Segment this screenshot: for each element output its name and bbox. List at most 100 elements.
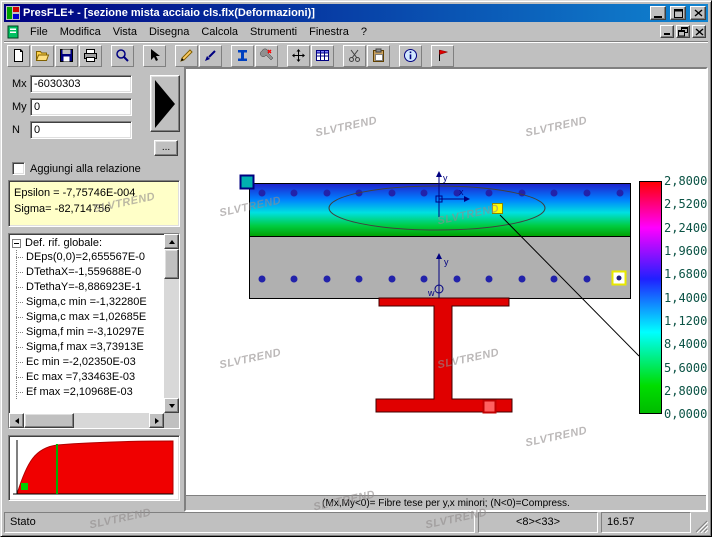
menu-disegna[interactable]: Disegna: [143, 23, 195, 41]
pen-icon: [203, 48, 218, 63]
mx-field[interactable]: [30, 75, 132, 93]
menu-finestra[interactable]: Finestra: [303, 23, 355, 41]
mdi-minimize-button[interactable]: [660, 25, 674, 38]
my-field[interactable]: [30, 98, 132, 116]
legend-labels: 2,8000 2,5200 2,2400 1,9600 1,6800 1,400…: [664, 174, 707, 421]
horizontal-scroll-thumb[interactable]: [24, 413, 74, 428]
menu-vista[interactable]: Vista: [107, 23, 143, 41]
svg-text:5,6000: 5,6000: [664, 361, 707, 375]
close-icon: [695, 28, 704, 36]
document-icon[interactable]: [6, 25, 20, 39]
tb-pin-button[interactable]: [431, 45, 454, 67]
add-to-report-checkbox[interactable]: [12, 162, 25, 175]
tree-item[interactable]: DTethaX=-1,559688E-0: [9, 265, 164, 280]
window-title: PresFLE+ - [sezione mista acciaio cls.fl…: [23, 7, 647, 19]
svg-text:1,6800: 1,6800: [664, 267, 707, 281]
result-infobox: Epsilon = -7,75746E-004 Sigma= -82,71475…: [8, 180, 180, 227]
svg-text:1,1200: 1,1200: [664, 314, 707, 328]
menu-calcola[interactable]: Calcola: [195, 23, 244, 41]
collapse-icon[interactable]: [12, 239, 21, 248]
tree-item[interactable]: Ec max =7,33463E-03: [9, 370, 164, 385]
scrollbar-corner: [164, 413, 179, 428]
fiber-handle: [493, 204, 503, 214]
svg-text:1,4000: 1,4000: [664, 291, 707, 305]
tb-new-button[interactable]: [7, 45, 30, 67]
minimize-button[interactable]: [650, 6, 666, 20]
scroll-right-button[interactable]: [149, 413, 164, 428]
tree-item[interactable]: Ef max =2,10968E-03: [9, 385, 164, 400]
resize-grip[interactable]: [694, 512, 708, 533]
svg-text:1,9600: 1,9600: [664, 244, 707, 258]
compute-arrow-button[interactable]: [150, 75, 180, 132]
maximize-icon: [674, 9, 683, 18]
status-value: 16.57: [601, 512, 691, 533]
svg-text:2,5200: 2,5200: [664, 197, 707, 211]
tb-table-button[interactable]: [311, 45, 334, 67]
tree-item[interactable]: DEps(0,0)=2,655567E-0: [9, 250, 164, 265]
black-arrow-icon: [152, 78, 178, 130]
mdi-close-button[interactable]: [692, 25, 706, 38]
restore-icon: [678, 27, 688, 37]
steel-ibeam[interactable]: [376, 298, 512, 412]
scroll-left-button[interactable]: [9, 413, 24, 428]
tree-horizontal-scrollbar[interactable]: [9, 413, 164, 428]
stress-strain-chart: [8, 435, 180, 501]
maximize-button[interactable]: [670, 6, 686, 20]
tb-print-button[interactable]: [79, 45, 102, 67]
drawing-canvas[interactable]: y x y w: [184, 67, 708, 512]
axis-label-w: w: [427, 288, 435, 298]
legend-gradient-bar: [640, 182, 662, 414]
new-icon: [11, 48, 26, 63]
menu-strumenti[interactable]: Strumenti: [244, 23, 303, 41]
vertical-scroll-thumb[interactable]: [164, 249, 179, 279]
pencil-icon: [179, 48, 194, 63]
tb-info-button[interactable]: [399, 45, 422, 67]
my-label: My: [12, 101, 27, 113]
steel-section-icon: [235, 48, 250, 63]
tb-cut-button[interactable]: [343, 45, 366, 67]
axis-label-y2: y: [444, 257, 449, 267]
tb-move-button[interactable]: [287, 45, 310, 67]
tb-open-button[interactable]: [31, 45, 54, 67]
concrete-slab[interactable]: [250, 184, 631, 299]
tree-item[interactable]: Ec min =-2,02350E-03: [9, 355, 164, 370]
tree-item[interactable]: Sigma,f max =3,73913E: [9, 340, 164, 355]
open-icon: [35, 48, 50, 63]
mdi-restore-button[interactable]: [676, 25, 690, 38]
tb-save-button[interactable]: [55, 45, 78, 67]
tb-pencil-button[interactable]: [175, 45, 198, 67]
tree-item[interactable]: DTethaY=-8,886923E-1: [9, 280, 164, 295]
flange-handle: [484, 401, 496, 413]
arrow-left-icon: [12, 418, 19, 424]
statusbar: Stato <8><33> 16.57: [4, 512, 708, 533]
mx-label: Mx: [12, 78, 27, 90]
tree-root-row[interactable]: Def. rif. globale:: [9, 234, 164, 250]
arrow-right-icon: [155, 418, 162, 424]
menu-help[interactable]: ?: [355, 23, 373, 41]
tree-item[interactable]: Sigma,f min =-3,10297E: [9, 325, 164, 340]
scroll-down-button[interactable]: [164, 398, 179, 413]
tree-vertical-scrollbar[interactable]: [164, 234, 179, 413]
menu-modifica[interactable]: Modifica: [54, 23, 107, 41]
tb-pen-button[interactable]: [199, 45, 222, 67]
tree-item[interactable]: Sigma,c min =-1,32280E: [9, 295, 164, 310]
n-field[interactable]: [30, 121, 132, 139]
tb-paste-button[interactable]: [367, 45, 390, 67]
canvas-caption: (Mx,My<0)= Fibre tese per y,x minori; (N…: [186, 495, 706, 510]
table-icon: [315, 48, 330, 63]
menu-file[interactable]: File: [24, 23, 54, 41]
tb-wrench-button[interactable]: [255, 45, 278, 67]
wrench-icon: [259, 48, 274, 63]
results-tree: Def. rif. globale: DEps(0,0)=2,655567E-0…: [8, 233, 180, 429]
scroll-up-button[interactable]: [164, 234, 179, 249]
tb-steel-section-button[interactable]: [231, 45, 254, 67]
close-button[interactable]: [690, 6, 706, 20]
mdi-window-buttons: [660, 25, 706, 38]
cut-icon: [347, 48, 362, 63]
save-icon: [59, 48, 74, 63]
tree-item[interactable]: Sigma,c max =1,02685E: [9, 310, 164, 325]
tb-pointer-button[interactable]: [143, 45, 166, 67]
more-options-button[interactable]: ...: [154, 140, 178, 156]
tb-zoom-button[interactable]: [111, 45, 134, 67]
minimize-icon: [663, 27, 672, 36]
